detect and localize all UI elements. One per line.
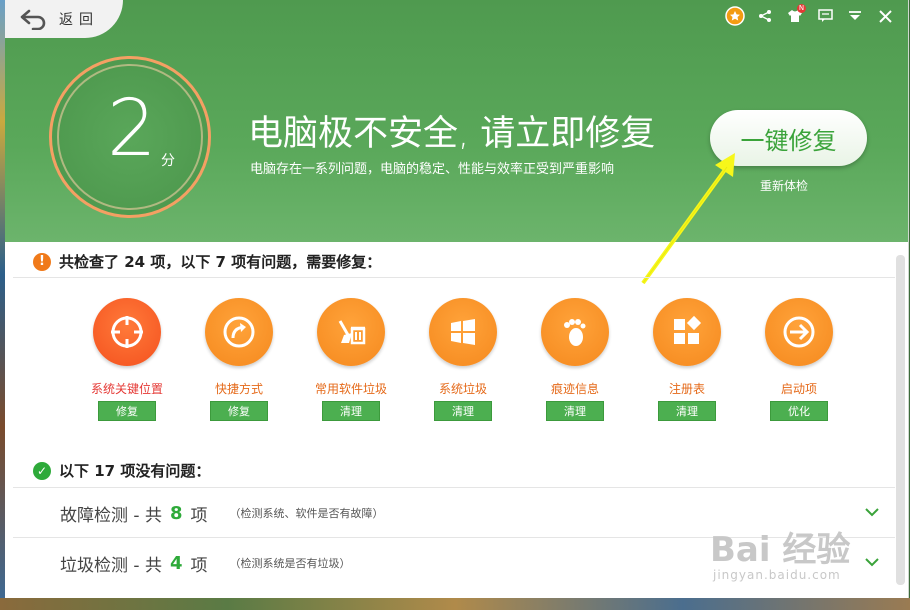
recheck-link[interactable]: 重新体检 xyxy=(760,177,808,194)
fix-button[interactable]: 修复 xyxy=(98,401,156,421)
new-badge: N xyxy=(797,4,806,13)
row-description: （检测系统是否有垃圾） xyxy=(229,557,351,570)
chevron-down-icon[interactable] xyxy=(863,553,881,571)
ok-title-text: 以下 17 项没有问题： xyxy=(59,462,211,480)
header-panel: 返回 N 2 分 电脑极不安全, 请立即修复 电脑存在一系列问题，电脑的稳定、性… xyxy=(5,0,908,242)
divider xyxy=(13,277,895,278)
issue-label: 启动项 xyxy=(780,382,817,396)
desktop-background-bottom xyxy=(0,598,910,610)
divider xyxy=(13,487,895,488)
scrollbar[interactable] xyxy=(896,255,905,585)
menu-icon[interactable] xyxy=(842,4,868,28)
watermark-url: jingyan.baidu.com xyxy=(713,568,841,582)
clean-button[interactable]: 清理 xyxy=(546,401,604,421)
windows-logo-icon xyxy=(429,298,497,366)
startup-arrow-icon xyxy=(765,298,833,366)
score-unit: 分 xyxy=(161,153,175,169)
score-value: 2 xyxy=(107,84,157,174)
back-button[interactable]: 返回 xyxy=(5,0,123,38)
clean-button[interactable]: 清理 xyxy=(658,401,716,421)
checkmark-icon: ✓ xyxy=(33,461,51,480)
feedback-icon[interactable] xyxy=(812,4,838,28)
shirt-icon[interactable]: N xyxy=(782,4,808,28)
row-description: （检测系统、软件是否有故障） xyxy=(229,507,384,520)
issue-label: 注册表 xyxy=(668,382,705,396)
row-count: 4 xyxy=(169,552,183,574)
issue-items: 系统关键位置 修复 快捷方式 修复 常用软件垃圾 清理 系统垃圾 清理 痕迹信息… xyxy=(71,298,881,421)
optimize-button[interactable]: 优化 xyxy=(770,401,828,421)
issues-section-title: ! 共检查了 24 项，以下 7 项有问题，需要修复： xyxy=(33,251,381,272)
ok-section-title: ✓ 以下 17 项没有问题： xyxy=(33,460,210,481)
row-name: 垃圾检测 - 共 xyxy=(60,555,162,576)
shortcut-arrow-icon xyxy=(205,298,273,366)
issue-item-startup[interactable]: 启动项 优化 xyxy=(743,298,855,421)
back-label: 返回 xyxy=(59,12,99,28)
row-unit: 项 xyxy=(190,555,208,576)
registry-blocks-icon xyxy=(653,298,721,366)
crosshair-icon xyxy=(93,298,161,366)
watermark-logo: Bai 经验 xyxy=(710,530,851,570)
medal-icon[interactable] xyxy=(722,4,748,28)
clean-button[interactable]: 清理 xyxy=(434,401,492,421)
broom-trash-icon xyxy=(317,298,385,366)
row-unit: 项 xyxy=(190,505,208,526)
issue-item-software-junk[interactable]: 常用软件垃圾 清理 xyxy=(295,298,407,421)
warning-icon: ! xyxy=(33,252,51,271)
clean-button[interactable]: 清理 xyxy=(322,401,380,421)
issue-item-trace-info[interactable]: 痕迹信息 清理 xyxy=(519,298,631,421)
row-count: 8 xyxy=(169,502,183,524)
app-window: 返回 N 2 分 电脑极不安全, 请立即修复 电脑存在一系列问题，电脑的稳定、性… xyxy=(5,0,909,598)
row-name: 故障检测 - 共 xyxy=(60,505,162,526)
title-bar-icons: N xyxy=(722,4,898,28)
issue-label: 快捷方式 xyxy=(214,382,263,396)
issue-label: 系统垃圾 xyxy=(438,382,487,396)
issue-item-system-key[interactable]: 系统关键位置 修复 xyxy=(71,298,183,421)
footprint-icon xyxy=(541,298,609,366)
close-icon[interactable] xyxy=(872,4,898,28)
issue-label: 系统关键位置 xyxy=(90,382,163,396)
issue-item-registry[interactable]: 注册表 清理 xyxy=(631,298,743,421)
issue-item-shortcut[interactable]: 快捷方式 修复 xyxy=(183,298,295,421)
issue-label: 常用软件垃圾 xyxy=(314,382,387,396)
status-headline: 电脑极不安全, 请立即修复 xyxy=(248,114,656,154)
issue-item-system-junk[interactable]: 系统垃圾 清理 xyxy=(407,298,519,421)
share-icon[interactable] xyxy=(752,4,778,28)
issue-label: 痕迹信息 xyxy=(550,382,599,396)
annotation-arrow-icon xyxy=(641,153,735,285)
fix-button[interactable]: 修复 xyxy=(210,401,268,421)
back-arrow-icon xyxy=(20,9,46,30)
chevron-down-icon[interactable] xyxy=(863,503,881,521)
issues-title-text: 共检查了 24 项，以下 7 项有问题，需要修复： xyxy=(59,253,382,271)
status-subline: 电脑存在一系列问题，电脑的稳定、性能与效率正受到严重影响 xyxy=(250,162,615,177)
